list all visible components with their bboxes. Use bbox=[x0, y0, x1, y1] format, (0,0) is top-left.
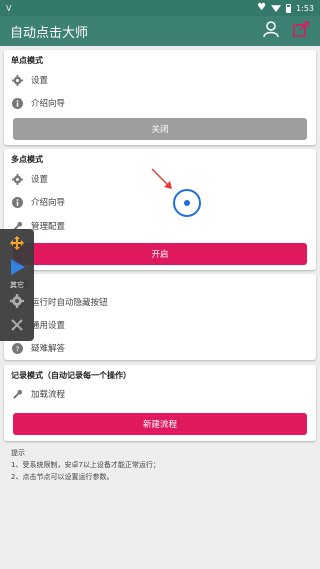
tips-section: 提示 1、受系统限制，安卓7以上设备才能正常运行； 2、点击节点可以设置运行参数… bbox=[11, 447, 160, 483]
single-mode-card: 单点模式 设置 介绍向导 关闭 bbox=[4, 50, 316, 145]
play-button[interactable] bbox=[0, 255, 34, 279]
play-icon bbox=[11, 259, 25, 275]
tips-line-2: 2、点击节点可以设置运行参数。 bbox=[11, 473, 114, 481]
record-mode-card: 记录模式（自动记录每一个操作） 加载流程 新建流程 bbox=[4, 365, 316, 441]
load-flow-label: 加载流程 bbox=[31, 390, 66, 400]
close-icon bbox=[11, 319, 23, 331]
svg-text:?: ? bbox=[16, 344, 20, 353]
click-target-marker[interactable] bbox=[173, 189, 201, 217]
multi-settings-row[interactable]: 设置 bbox=[12, 171, 48, 187]
single-mode-title: 单点模式 bbox=[11, 56, 43, 65]
app-bar: 自动点击大师 bbox=[0, 16, 320, 46]
gear-icon bbox=[12, 74, 23, 86]
wifi-icon bbox=[271, 5, 282, 12]
general-settings-label: 通用设置 bbox=[31, 321, 66, 331]
faq-label: 疑难解答 bbox=[31, 344, 66, 354]
status-left: V bbox=[6, 3, 12, 13]
single-settings-label: 设置 bbox=[31, 76, 49, 86]
load-flow-row[interactable]: 加载流程 bbox=[12, 386, 65, 402]
multi-guide-label: 介绍向导 bbox=[31, 198, 66, 208]
battery-icon bbox=[286, 3, 292, 13]
tips-title: 提示 bbox=[11, 449, 25, 457]
single-guide-label: 介绍向导 bbox=[31, 99, 66, 109]
close-button[interactable]: 关闭 bbox=[13, 118, 307, 140]
faq-row[interactable]: ? 疑难解答 bbox=[12, 340, 65, 356]
single-guide-row[interactable]: 介绍向导 bbox=[12, 95, 65, 111]
floatbar-close-button[interactable] bbox=[0, 315, 34, 335]
auto-hide-label: 运行时自动隐藏按钮 bbox=[31, 298, 108, 308]
heart-icon: ♥ bbox=[257, 2, 267, 13]
app-title: 自动点击大师 bbox=[10, 25, 89, 41]
floatbar-label: 其它 bbox=[10, 281, 24, 289]
floating-toolbar: 其它 bbox=[0, 229, 34, 341]
gear-icon bbox=[10, 294, 24, 308]
move-handle[interactable] bbox=[0, 233, 34, 253]
gear-icon bbox=[12, 173, 23, 185]
pointer-arrow-icon bbox=[151, 168, 172, 189]
floatbar-settings-button[interactable] bbox=[0, 291, 34, 311]
wrench-icon bbox=[12, 389, 23, 400]
user-icon[interactable] bbox=[262, 20, 280, 42]
info-icon bbox=[12, 97, 23, 109]
tips-line-1: 1、受系统限制，安卓7以上设备才能正常运行； bbox=[11, 461, 160, 469]
multi-manage-label: 管理配置 bbox=[31, 222, 66, 232]
new-flow-button[interactable]: 新建流程 bbox=[13, 413, 307, 435]
multi-settings-label: 设置 bbox=[31, 175, 49, 185]
target-dot bbox=[184, 200, 190, 206]
open-button[interactable]: 开启 bbox=[13, 243, 307, 265]
move-arrows-icon bbox=[10, 236, 24, 250]
multi-guide-row[interactable]: 介绍向导 bbox=[12, 194, 65, 210]
other-card: 其它 运行时自动隐藏按钮 通用设置 ? 疑难解答 bbox=[4, 274, 316, 360]
info-icon bbox=[12, 196, 23, 208]
record-mode-title: 记录模式（自动记录每一个操作） bbox=[11, 371, 131, 380]
status-time: 1:53 bbox=[296, 3, 314, 13]
status-bar: V ♥ 1:53 bbox=[0, 0, 320, 16]
single-settings-row[interactable]: 设置 bbox=[12, 72, 48, 88]
multi-mode-title: 多点模式 bbox=[11, 155, 43, 164]
help-icon: ? bbox=[12, 342, 23, 354]
share-icon[interactable] bbox=[292, 20, 310, 42]
